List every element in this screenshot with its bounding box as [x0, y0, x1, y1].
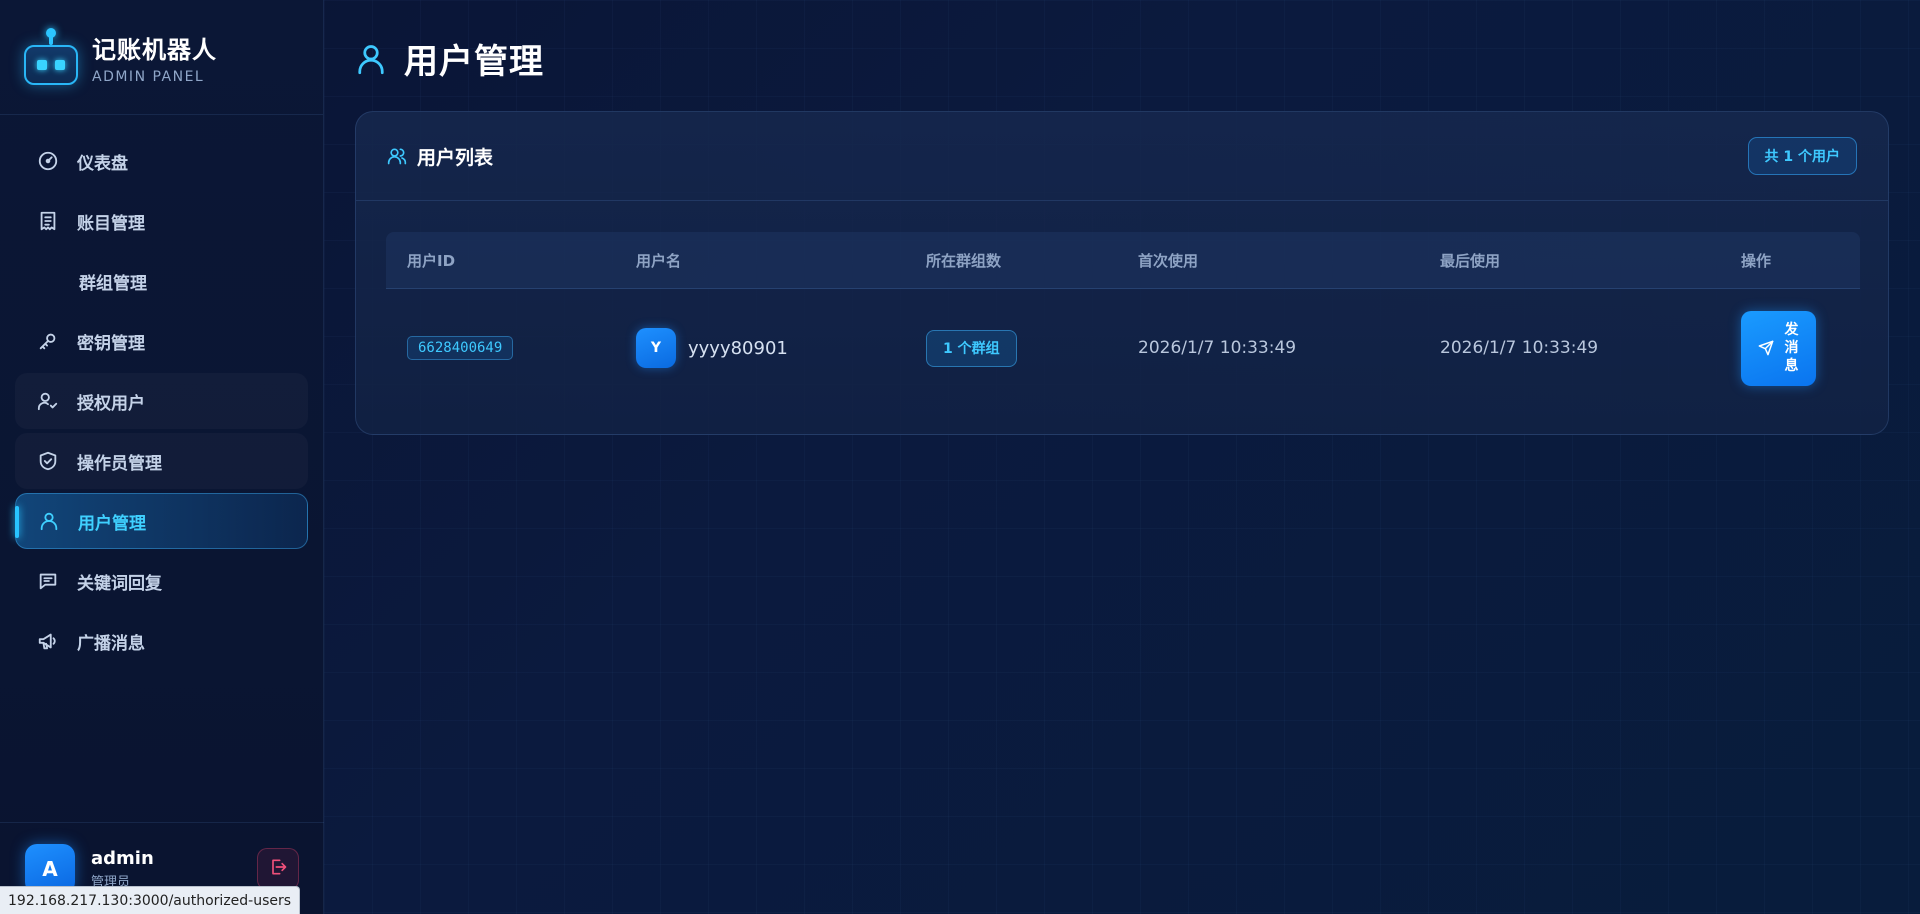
sidebar-item-keyword-reply[interactable]: 关键词回复	[15, 553, 308, 609]
sidebar-item-label: 广播消息	[77, 633, 145, 654]
column-header-actions: 操作	[1741, 251, 1772, 270]
key-icon	[37, 330, 59, 352]
message-icon	[37, 570, 59, 592]
sidebar-item-label: 密钥管理	[77, 333, 145, 354]
sidebar-item-broadcast[interactable]: 广播消息	[15, 613, 308, 669]
users-icon	[387, 146, 407, 166]
send-message-button[interactable]: 发消息	[1741, 310, 1816, 386]
sidebar-item-label: 账目管理	[77, 213, 145, 234]
sidebar-item-accounts[interactable]: 账目管理	[15, 193, 308, 249]
sidebar-item-keys[interactable]: 密钥管理	[15, 313, 308, 369]
brand: 记账机器人 ADMIN PANEL	[0, 0, 323, 115]
status-bar-url: 192.168.217.130:3000/authorized-users	[0, 886, 301, 914]
user-id-chip: 6628400649	[407, 336, 514, 360]
logout-button[interactable]	[257, 847, 299, 890]
robot-logo-icon	[24, 28, 78, 85]
brand-subtitle: ADMIN PANEL	[92, 68, 205, 85]
sidebar: 记账机器人 ADMIN PANEL 仪表盘 账目管理 群组管理 密钥管理 授权用…	[0, 0, 324, 914]
send-message-label: 发消息	[1784, 322, 1799, 374]
shield-check-icon	[37, 450, 59, 472]
sidebar-item-label: 群组管理	[79, 273, 147, 294]
group-count-badge[interactable]: 1 个群组	[926, 329, 1017, 367]
last-used-time: 2026/1/7 10:33:49	[1440, 338, 1599, 358]
sidebar-item-operators[interactable]: 操作员管理	[15, 433, 308, 489]
sidebar-item-user-management[interactable]: 用户管理	[15, 493, 308, 549]
column-header-first-used: 首次使用	[1138, 251, 1199, 270]
avatar: Y	[636, 328, 676, 368]
column-header-username: 用户名	[636, 251, 682, 270]
brand-title: 记账机器人	[92, 35, 217, 64]
first-used-time: 2026/1/7 10:33:49	[1138, 338, 1297, 358]
user-icon	[38, 510, 60, 532]
table-header: 用户ID 用户名 所在群组数 首次使用 最后使用 操作	[386, 232, 1860, 289]
sidebar-item-groups[interactable]: 群组管理	[15, 253, 308, 309]
user-list-card: 用户列表 共 1 个用户 用户ID 用户名 所在群组数 首次使用 最后使用 操作…	[355, 111, 1889, 435]
sidebar-item-label: 仪表盘	[77, 153, 128, 174]
sidebar-item-label: 授权用户	[77, 393, 145, 414]
sidebar-item-label: 关键词回复	[77, 573, 162, 594]
column-header-group-count: 所在群组数	[926, 251, 1002, 270]
main-content: 用户管理 用户列表 共 1 个用户 用户ID 用户名 所在群组数 首次使用 最后…	[324, 0, 1920, 914]
page-header: 用户管理	[356, 34, 544, 83]
card-title: 用户列表	[417, 146, 494, 169]
username: yyyy80901	[688, 337, 788, 359]
user-table: 用户ID 用户名 所在群组数 首次使用 最后使用 操作 6628400649 Y…	[386, 232, 1860, 407]
sidebar-nav: 仪表盘 账目管理 群组管理 密钥管理 授权用户 操作员管理 用户管理 关键词回复…	[0, 115, 323, 669]
user-name: admin	[91, 847, 154, 869]
column-header-last-used: 最后使用	[1440, 251, 1501, 270]
sidebar-item-authorized-users[interactable]: 授权用户	[15, 373, 308, 429]
user-check-icon	[37, 390, 59, 412]
column-header-user-id: 用户ID	[407, 251, 456, 270]
logout-icon	[268, 857, 288, 881]
user-icon	[356, 42, 386, 76]
sidebar-item-label: 操作员管理	[77, 453, 162, 474]
sidebar-item-dashboard[interactable]: 仪表盘	[15, 133, 308, 189]
user-count-badge: 共 1 个用户	[1747, 137, 1857, 175]
table-row: 6628400649 Y yyyy80901 1 个群组 2026/1/7 10…	[386, 289, 1860, 407]
sidebar-item-label: 用户管理	[78, 513, 146, 534]
page-title: 用户管理	[404, 42, 544, 82]
megaphone-icon	[37, 630, 59, 652]
card-header: 用户列表 共 1 个用户	[356, 112, 1888, 201]
receipt-icon	[37, 210, 59, 232]
send-icon	[1758, 340, 1774, 356]
gauge-icon	[37, 150, 59, 172]
